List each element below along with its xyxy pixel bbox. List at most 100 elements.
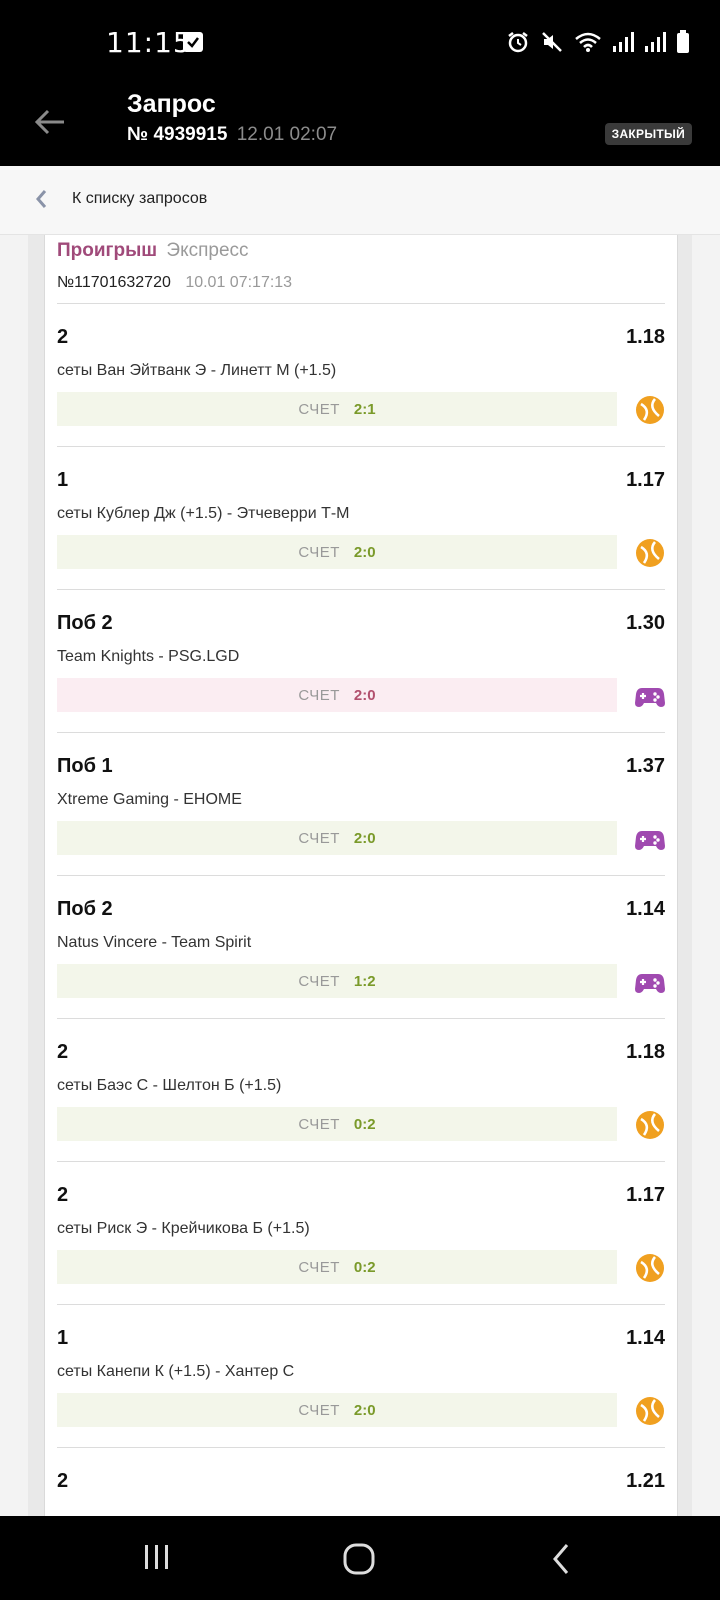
bet-item-odds: 1.14 <box>626 1327 665 1349</box>
signal-icon-2 <box>644 31 666 58</box>
bet-date: 10.01 07:17:13 <box>185 274 293 291</box>
tennis-ball-icon <box>635 1253 665 1283</box>
bet-item-event: сеты Баэс С - Шелтон Б (+1.5) <box>57 1077 282 1094</box>
bet-item-event: сеты Канепи К (+1.5) - Хантер С <box>57 1363 295 1380</box>
checkbox-notification-icon <box>183 32 203 52</box>
bet-item-pick: Поб 1 <box>57 755 113 777</box>
bet-item[interactable]: 2 1.17 сеты Риск Э - Крейчикова Б (+1.5) СЧ… <box>57 1162 665 1305</box>
battery-icon <box>676 30 690 59</box>
back-arrow-icon[interactable] <box>30 102 70 142</box>
signal-icon <box>612 31 634 58</box>
score-value: 0:2 <box>353 1258 376 1276</box>
bet-id-line: №11701632720 10.01 07:17:13 <box>57 274 292 292</box>
bet-item-odds: 1.17 <box>626 1184 665 1206</box>
page-title: Запрос <box>127 90 216 118</box>
bet-item-event: Team Knights - PSG.LGD <box>57 648 240 665</box>
request-number: № 4939915 <box>127 124 228 145</box>
tennis-ball-icon <box>635 1110 665 1140</box>
status-icons <box>506 30 690 59</box>
alarm-icon <box>506 30 530 59</box>
bet-item[interactable]: Поб 2 1.14 Natus Vincere - Team Spirit СЧЕТ… <box>57 876 665 1019</box>
bet-item-pick: 1 <box>57 469 69 491</box>
bet-item-pick: 2 <box>57 1041 69 1063</box>
score-label: СЧЕТ <box>298 543 340 561</box>
bet-item-event: сеты Ван Эйтванк Э - Линетт М (+1.5) <box>57 362 337 379</box>
score-bar: СЧЕТ 0:2 <box>57 1250 617 1284</box>
home-icon[interactable] <box>342 1542 376 1581</box>
bet-item-pick: 2 <box>57 326 69 348</box>
chevron-left-icon <box>34 188 48 215</box>
bet-item[interactable]: 1 1.14 сеты Канепи К (+1.5) - Хантер С СЧЕТ… <box>57 1305 665 1448</box>
app-bar: Запрос № 4939915 12.01 02:07 ЗАКРЫТЫЙ <box>0 86 720 166</box>
score-label: СЧЕТ <box>298 1258 340 1276</box>
bet-item-pick: 2 <box>57 1184 69 1206</box>
bet-item-odds: 1.37 <box>626 755 665 777</box>
bet-item-odds: 1.18 <box>626 1041 665 1063</box>
bet-item-pick: Поб 2 <box>57 898 113 920</box>
tennis-ball-icon <box>635 1396 665 1426</box>
request-info: № 4939915 12.01 02:07 <box>127 124 337 146</box>
bet-status-line: Проигрыш Экспресс <box>57 240 249 262</box>
status-bar: 11:15 <box>0 0 720 86</box>
score-value: 1:2 <box>353 972 376 990</box>
right-gutter <box>676 235 692 1516</box>
bet-item[interactable]: 1 1.17 сеты Кублер Дж (+1.5) - Этчеверри Т… <box>57 447 665 590</box>
tennis-ball-icon <box>635 538 665 568</box>
score-bar: СЧЕТ 1:2 <box>57 964 617 998</box>
score-bar: СЧЕТ 2:0 <box>57 1393 617 1427</box>
bet-item-odds: 1.30 <box>626 612 665 634</box>
bet-item-odds: 1.18 <box>626 326 665 348</box>
bet-item[interactable]: 2 1.18 сеты Баэс С - Шелтон Б (+1.5) СЧЕТ 0:… <box>57 1019 665 1162</box>
score-bar: СЧЕТ 2:0 <box>57 678 617 712</box>
recents-icon[interactable] <box>142 1542 172 1577</box>
status-time: 11:15 <box>106 26 192 59</box>
system-nav-bar <box>0 1516 720 1600</box>
gamepad-icon <box>635 681 665 711</box>
back-to-list-link[interactable]: К списку запросов <box>0 166 720 235</box>
tennis-ball-icon <box>635 395 665 425</box>
request-date: 12.01 02:07 <box>236 124 338 145</box>
score-value: 0:2 <box>353 1115 376 1133</box>
bet-item-pick: 2 <box>57 1470 69 1492</box>
bet-card: Проигрыш Экспресс №11701632720 10.01 07:… <box>44 235 678 1516</box>
score-label: СЧЕТ <box>298 972 340 990</box>
bet-item-pick: 1 <box>57 1327 69 1349</box>
score-bar: СЧЕТ 2:0 <box>57 535 617 569</box>
score-bar: СЧЕТ 2:1 <box>57 392 617 426</box>
score-bar: СЧЕТ 0:2 <box>57 1107 617 1141</box>
mute-icon <box>540 30 564 59</box>
score-label: СЧЕТ <box>298 1401 340 1419</box>
gamepad-icon <box>635 967 665 997</box>
score-bar: СЧЕТ 2:0 <box>57 821 617 855</box>
bet-item[interactable]: Поб 1 1.37 Xtreme Gaming - EHOME СЧЕТ 2:0 <box>57 733 665 876</box>
bet-item[interactable]: 2 1.18 сеты Ван Эйтванк Э - Линетт М (+1.5… <box>57 304 665 447</box>
bet-item-event: сеты Кублер Дж (+1.5) - Этчеверри Т-М <box>57 505 350 522</box>
bet-type: Экспресс <box>166 240 249 261</box>
back-to-list-label: К списку запросов <box>72 190 208 207</box>
score-label: СЧЕТ <box>298 1115 340 1133</box>
gamepad-icon <box>635 824 665 854</box>
score-value: 2:0 <box>353 686 376 704</box>
score-label: СЧЕТ <box>298 400 340 418</box>
bet-item-pick: Поб 2 <box>57 612 113 634</box>
score-value: 2:0 <box>353 1401 376 1419</box>
bet-item-event: Natus Vincere - Team Spirit <box>57 934 252 951</box>
wifi-icon <box>574 31 602 58</box>
bet-item[interactable]: 2 1.21 <box>57 1448 665 1516</box>
bet-item-odds: 1.17 <box>626 469 665 491</box>
bet-item-event: сеты Риск Э - Крейчикова Б (+1.5) <box>57 1220 310 1237</box>
bet-item-event: Xtreme Gaming - EHOME <box>57 791 242 808</box>
bet-item-odds: 1.21 <box>626 1470 665 1492</box>
score-label: СЧЕТ <box>298 829 340 847</box>
bet-status: Проигрыш <box>57 240 158 261</box>
score-label: СЧЕТ <box>298 686 340 704</box>
score-value: 2:0 <box>353 543 376 561</box>
score-value: 2:1 <box>353 400 376 418</box>
score-value: 2:0 <box>353 829 376 847</box>
bet-item[interactable]: Поб 2 1.30 Team Knights - PSG.LGD СЧЕТ 2:0 <box>57 590 665 733</box>
bet-item-odds: 1.14 <box>626 898 665 920</box>
left-gutter <box>28 235 44 1516</box>
bet-details-scroll[interactable]: Проигрыш Экспресс №11701632720 10.01 07:… <box>0 235 720 1516</box>
bet-id: №11701632720 <box>57 274 171 291</box>
back-icon[interactable] <box>550 1542 572 1581</box>
